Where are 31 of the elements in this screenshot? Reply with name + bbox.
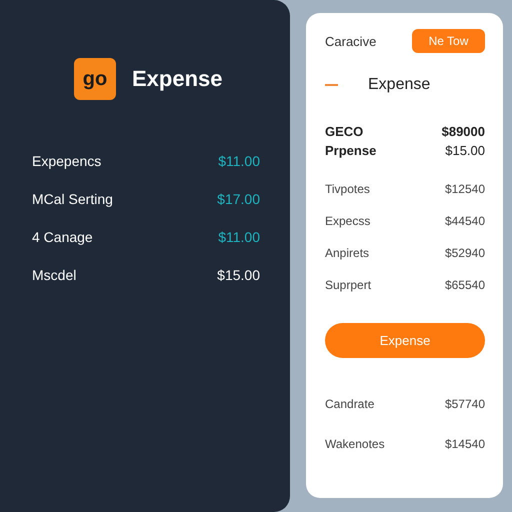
card-title: Expense (368, 76, 430, 94)
expense-amount: $52940 (444, 246, 485, 260)
expense-amount: $17.00 (217, 191, 260, 207)
summary-amount: $15.00 (445, 142, 485, 160)
app-title: Expense (132, 66, 222, 92)
expense-amount: $14540 (444, 437, 485, 451)
new-button[interactable]: Ne Tow (412, 29, 485, 53)
expense-label: Expepencs (32, 153, 102, 169)
dash-icon (325, 84, 338, 86)
expense-amount: $57740 (444, 397, 485, 411)
expense-label: Wakenotes (325, 437, 385, 451)
expense-amount: $65540 (444, 278, 485, 292)
expense-label: Mscdel (32, 267, 76, 283)
expense-label: Expecss (325, 214, 370, 228)
logo: go (74, 58, 116, 100)
summary-amount: $89000 (442, 123, 485, 141)
expense-amount: $15.00 (217, 267, 260, 283)
expense-button[interactable]: Expense (325, 323, 485, 358)
summary-label: Prpense (325, 142, 376, 160)
header-label: Caracive (325, 34, 376, 48)
expense-label: Anpirets (325, 246, 370, 260)
expense-amount: $12540 (444, 182, 485, 196)
expense-amount: $44540 (444, 214, 485, 228)
summary-label: GECO (325, 123, 364, 141)
expense-label: Suprpert (325, 278, 372, 292)
expense-label: Candrate (325, 397, 374, 411)
expense-label: Tivpotes (325, 182, 370, 196)
expense-label: MCal Serting (32, 191, 113, 207)
expense-amount: $11.00 (218, 229, 260, 245)
expense-label: 4 Canage (32, 229, 93, 245)
expense-amount: $11.00 (218, 153, 260, 169)
